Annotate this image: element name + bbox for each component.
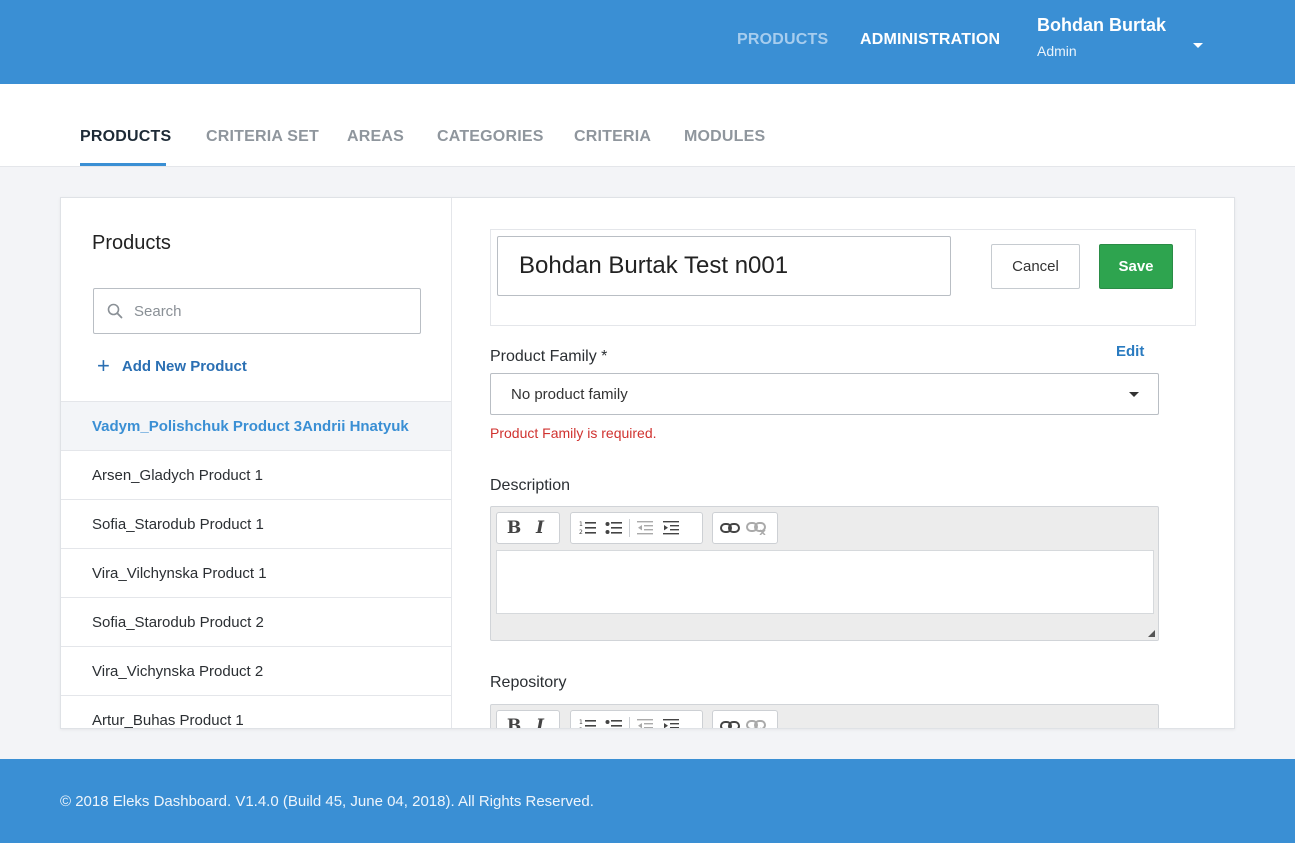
top-bar: PRODUCTS ADMINISTRATION Bohdan Burtak Ad…	[0, 0, 1295, 84]
nav-administration[interactable]: ADMINISTRATION	[860, 31, 1000, 49]
product-family-error: Product Family is required.	[490, 425, 657, 441]
svg-text:1: 1	[579, 521, 583, 528]
bold-button[interactable]: B	[501, 714, 527, 728]
save-button[interactable]: Save	[1099, 244, 1173, 289]
outdent-icon[interactable]	[632, 714, 658, 728]
link-icon[interactable]	[717, 516, 743, 540]
product-family-select[interactable]: No product family	[490, 373, 1159, 415]
repository-label: Repository	[490, 674, 567, 691]
numbered-list-icon[interactable]: 12	[575, 516, 601, 540]
list-item[interactable]: Arsen_Gladych Product 1	[61, 450, 451, 499]
link-toolbar-group	[712, 710, 778, 728]
tab-areas[interactable]: AREAS	[347, 128, 404, 146]
list-item[interactable]: Sofia_Starodub Product 2	[61, 597, 451, 646]
user-role: Admin	[1037, 43, 1077, 59]
format-toolbar-group: B I	[496, 512, 560, 544]
toolbar-separator	[629, 519, 630, 537]
indent-icon[interactable]	[658, 516, 684, 540]
main-card: Products + Add New Product Vadym_Polishc…	[60, 197, 1235, 729]
toolbar-separator	[629, 717, 630, 728]
edit-product-family-link[interactable]: Edit	[1116, 343, 1144, 360]
title-box: Cancel Save	[490, 229, 1196, 326]
link-icon[interactable]	[717, 714, 743, 728]
products-panel: Products + Add New Product Vadym_Polishc…	[61, 198, 452, 728]
list-item[interactable]: Sofia_Starodub Product 1	[61, 499, 451, 548]
product-family-label: Product Family *	[490, 348, 608, 365]
indent-icon[interactable]	[658, 714, 684, 728]
search-icon	[107, 303, 123, 319]
chevron-down-icon	[1129, 392, 1139, 397]
italic-button[interactable]: I	[527, 714, 553, 728]
product-list: Vadym_Polishchuk Product 3Andrii Hnatyuk…	[61, 401, 451, 728]
bulleted-list-icon[interactable]	[601, 516, 627, 540]
footer: © 2018 Eleks Dashboard. V1.4.0 (Build 45…	[0, 759, 1295, 843]
active-tab-indicator	[80, 163, 166, 166]
list-item[interactable]: Vadym_Polishchuk Product 3Andrii Hnatyuk	[61, 401, 451, 450]
caret-down-icon[interactable]	[1193, 43, 1203, 48]
repository-editor: B I 12	[490, 704, 1159, 729]
format-toolbar-group: B I	[496, 710, 560, 728]
tab-modules[interactable]: MODULES	[684, 128, 765, 146]
tab-products[interactable]: PRODUCTS	[80, 128, 171, 146]
bulleted-list-icon[interactable]	[601, 714, 627, 728]
user-name[interactable]: Bohdan Burtak	[1037, 15, 1166, 36]
list-item[interactable]: Vira_Vilchynska Product 1	[61, 548, 451, 597]
unlink-icon[interactable]	[743, 714, 769, 728]
svg-text:2: 2	[579, 727, 583, 729]
numbered-list-icon[interactable]: 12	[575, 714, 601, 729]
search-box[interactable]	[93, 288, 421, 334]
bold-button[interactable]: B	[501, 516, 527, 540]
tab-criteria[interactable]: CRITERIA	[574, 128, 651, 146]
plus-icon: +	[97, 353, 110, 378]
add-new-product-label: Add New Product	[121, 357, 247, 375]
resize-handle-icon[interactable]	[1148, 630, 1155, 637]
svg-text:2: 2	[579, 529, 583, 536]
add-new-product-button[interactable]: + Add New Product	[97, 355, 247, 377]
product-title-input[interactable]	[497, 236, 951, 296]
list-item[interactable]: Vira_Vichynska Product 2	[61, 646, 451, 695]
link-toolbar-group	[712, 512, 778, 544]
product-editor: Cancel Save Product Family * Edit No pro…	[452, 198, 1234, 729]
svg-text:1: 1	[579, 719, 583, 726]
description-editor: B I 12	[490, 506, 1159, 641]
tab-categories[interactable]: CATEGORIES	[437, 128, 544, 146]
tab-criteria-set[interactable]: CRITERIA SET	[206, 128, 319, 146]
copyright-text: © 2018 Eleks Dashboard. V1.4.0 (Build 45…	[60, 793, 594, 810]
description-textarea[interactable]	[496, 550, 1154, 614]
description-label: Description	[490, 477, 571, 494]
italic-button[interactable]: I	[527, 516, 553, 540]
search-input[interactable]	[134, 289, 414, 333]
nav-products[interactable]: PRODUCTS	[737, 31, 828, 49]
admin-tabs: PRODUCTS CRITERIA SET AREAS CATEGORIES C…	[0, 84, 1295, 167]
product-family-value: No product family	[511, 386, 628, 403]
list-toolbar-group: 12	[570, 512, 703, 544]
list-item[interactable]: Artur_Buhas Product 1	[61, 695, 451, 728]
outdent-icon[interactable]	[632, 516, 658, 540]
unlink-icon[interactable]	[743, 516, 769, 540]
products-panel-title: Products	[92, 232, 171, 254]
list-toolbar-group: 12	[570, 710, 703, 729]
cancel-button[interactable]: Cancel	[991, 244, 1080, 289]
